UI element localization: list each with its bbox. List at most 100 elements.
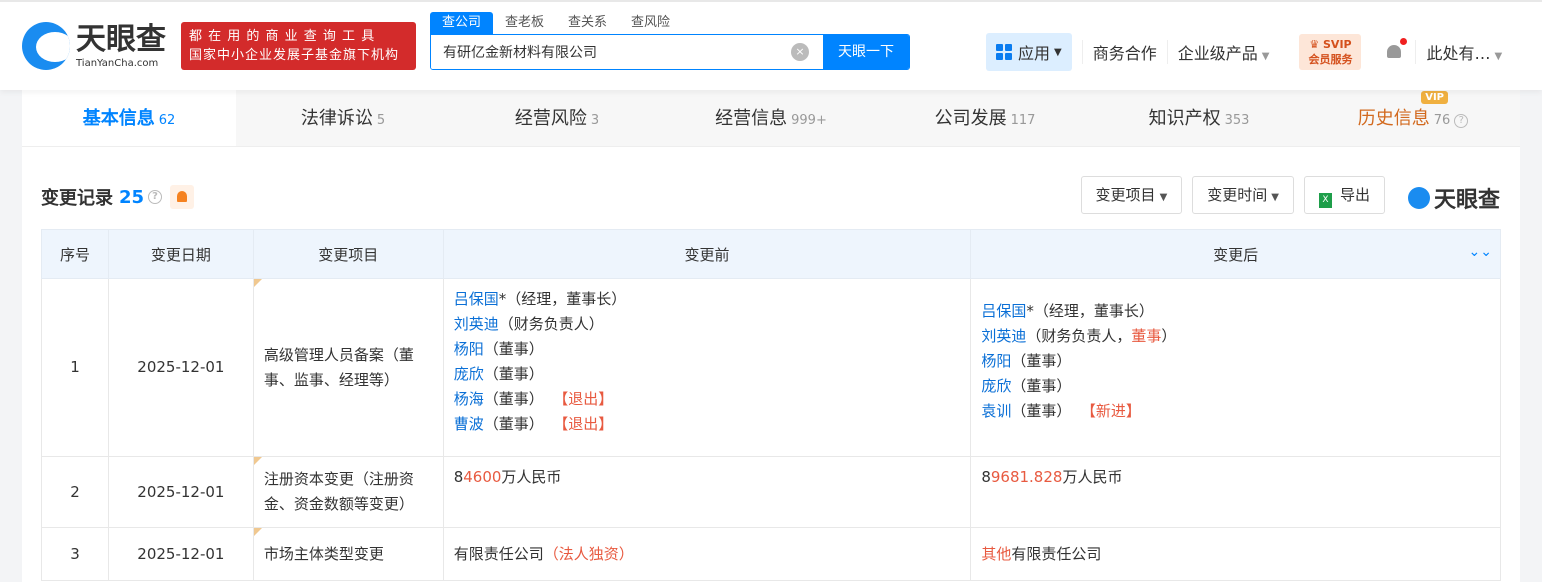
tab-count: 5 <box>377 113 385 128</box>
person-link[interactable]: 刘英迪 <box>981 327 1026 345</box>
change-text: 4600 <box>463 468 501 486</box>
col-header-no: 序号 <box>42 230 109 279</box>
person-link[interactable]: 杨阳 <box>981 352 1011 370</box>
user-menu[interactable]: 此处有…▼ <box>1415 40 1512 64</box>
change-text: （董事） <box>1011 377 1071 395</box>
change-text: ） <box>1161 327 1176 345</box>
nav-business[interactable]: 商务合作 <box>1082 40 1167 64</box>
change-line: 杨阳（董事） <box>981 349 1490 374</box>
table-row: 3 2025-12-01 市场主体类型变更 有限责任公司（法人独资） 其他有限责… <box>42 528 1501 581</box>
change-text: 其他 <box>981 545 1011 563</box>
tab-2[interactable]: 经营风险3 <box>450 90 664 146</box>
change-text: 万人民币 <box>501 468 561 486</box>
person-link[interactable]: 袁训 <box>981 402 1011 420</box>
search-button[interactable]: 天眼一下 <box>823 35 909 69</box>
section-title: 变更记录 <box>41 184 113 210</box>
change-text: （董事） <box>484 340 544 358</box>
main-tabs: 基本信息 62 法律诉讼5经营风险3 经营信息 999+ 公司发展117 知识产权 353 历史… <box>22 90 1520 147</box>
help-icon[interactable]: ? <box>148 190 162 204</box>
content-card: 基本信息 62 法律诉讼5经营风险3 经营信息 999+ 公司发展117 知识产权 353 历史… <box>22 90 1520 582</box>
top-nav: 应用▼ 商务合作 企业级产品▼ ♛ SVIP会员服务 此处有…▼ <box>986 33 1512 71</box>
filter-item-dropdown[interactable]: 变更项目 ▼ <box>1081 176 1183 214</box>
change-text: 【退出】 <box>553 415 613 433</box>
change-line: 袁训（董事） 【新进】 <box>981 399 1490 424</box>
change-text: 有限责任公司 <box>1011 545 1101 563</box>
nav-enterprise[interactable]: 企业级产品▼ <box>1167 40 1280 64</box>
subscribe-bell-icon[interactable] <box>170 185 194 209</box>
export-button[interactable]: X导出 <box>1304 176 1385 214</box>
change-item: 市场主体类型变更 <box>253 528 443 581</box>
change-text: 董事 <box>1131 327 1161 345</box>
change-text: 【退出】 <box>553 390 613 408</box>
slogan-line: 都 在 用 的 商 业 查 询 工 具 <box>189 27 408 46</box>
change-date: 2025-12-01 <box>108 528 253 581</box>
col-header-before: 变更前 <box>443 230 971 279</box>
change-line: 吕保国*（经理，董事长） <box>454 287 961 312</box>
search-tab-boss[interactable]: 查老板 <box>493 12 556 34</box>
change-text: （董事） <box>484 365 544 383</box>
row-number: 2 <box>42 457 109 528</box>
change-text: 9681.828 <box>991 468 1063 486</box>
brand-text: 天眼查 <box>1434 182 1500 214</box>
tab-3[interactable]: 经营信息 999+ <box>664 90 878 146</box>
filter-label: 变更时间 <box>1207 186 1267 204</box>
tab-4[interactable]: 公司发展117 <box>878 90 1092 146</box>
caret-down-icon: ▼ <box>1160 192 1168 203</box>
change-text: 有限责任公司 <box>454 545 544 563</box>
slogan-banner[interactable]: 都 在 用 的 商 业 查 询 工 具国家中小企业发展子基金旗下机构 <box>181 22 416 70</box>
change-line: 庞欣（董事） <box>454 362 961 387</box>
person-link[interactable]: 庞欣 <box>454 365 484 383</box>
app-menu-button[interactable]: 应用▼ <box>986 33 1072 71</box>
logo[interactable]: 天眼查TianYanCha.com <box>22 22 166 70</box>
person-link[interactable]: 刘英迪 <box>454 315 499 333</box>
person-link[interactable]: 曹波 <box>454 415 484 433</box>
change-line: 杨海（董事） 【退出】 <box>454 387 961 412</box>
after-cell: 89681.828万人民币 <box>971 457 1501 528</box>
tab-count: 999+ <box>791 113 827 128</box>
tab-label: 经营信息 <box>715 108 787 129</box>
svip-sub-label: 会员服务 <box>1308 52 1352 67</box>
search-input[interactable] <box>431 35 791 69</box>
help-icon[interactable]: ? <box>1454 114 1468 128</box>
svip-button[interactable]: ♛ SVIP会员服务 <box>1299 34 1361 70</box>
caret-down-icon: ▼ <box>1271 192 1279 203</box>
search-tab-risk[interactable]: 查风险 <box>619 12 682 34</box>
tab-6[interactable]: 历史信息76?VIP <box>1306 90 1520 146</box>
filter-time-dropdown[interactable]: 变更时间 ▼ <box>1192 176 1294 214</box>
tab-label: 知识产权 <box>1149 108 1221 129</box>
user-name: 此处有… <box>1426 44 1490 63</box>
tab-count: 353 <box>1225 113 1250 128</box>
caret-down-icon: ▼ <box>1054 47 1062 58</box>
person-link[interactable]: 庞欣 <box>981 377 1011 395</box>
search-tab-company[interactable]: 查公司 <box>430 12 493 34</box>
change-text: 8 <box>981 468 991 486</box>
col-header-after-label: 变更后 <box>1213 246 1258 264</box>
change-date: 2025-12-01 <box>108 279 253 457</box>
col-header-date[interactable]: 变更日期 <box>108 230 253 279</box>
table-header-row: 序号 变更日期 变更项目 变更前 变更后⌄⌄ <box>42 230 1501 279</box>
after-cell: 吕保国*（经理，董事长）刘英迪（财务负责人，董事）杨阳（董事）庞欣（董事）袁训（… <box>971 279 1501 457</box>
expand-chevron-icon[interactable]: ⌄⌄ <box>1469 244 1492 260</box>
person-link[interactable]: 杨阳 <box>454 340 484 358</box>
tab-label: 基本信息 <box>83 108 155 129</box>
change-text: （董事） <box>484 415 554 433</box>
change-text: 8 <box>454 468 464 486</box>
person-link[interactable]: 吕保国 <box>454 290 499 308</box>
change-line: 其他有限责任公司 <box>981 542 1490 567</box>
change-text: （董事） <box>1011 352 1071 370</box>
filter-label: 变更项目 <box>1096 186 1156 204</box>
tab-0[interactable]: 基本信息 62 <box>22 90 236 146</box>
before-cell: 有限责任公司（法人独资） <box>443 528 971 581</box>
person-link[interactable]: 杨海 <box>454 390 484 408</box>
tab-1[interactable]: 法律诉讼5 <box>236 90 450 146</box>
tab-5[interactable]: 知识产权 353 <box>1092 90 1306 146</box>
person-link[interactable]: 吕保国 <box>981 302 1026 320</box>
clear-icon[interactable]: × <box>791 43 809 61</box>
notification-bell-icon[interactable] <box>1385 42 1403 62</box>
col-header-after: 变更后 ⌄⌄ <box>971 230 1501 279</box>
search-tab-relation[interactable]: 查关系 <box>556 12 619 34</box>
tab-label: 历史信息 <box>1358 108 1430 129</box>
change-text: 【新进】 <box>1081 402 1141 420</box>
tab-count: 62 <box>159 113 176 128</box>
caret-down-icon: ▼ <box>1262 51 1270 62</box>
